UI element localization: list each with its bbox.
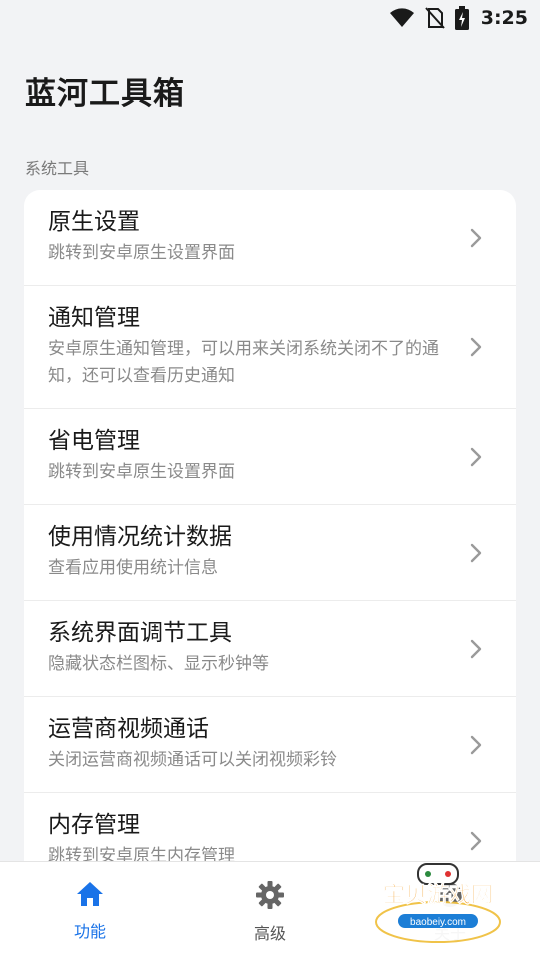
item-subtitle: 关闭运营商视频通话可以关闭视频彩铃 (48, 750, 337, 770)
item-title: 运营商视频通话 (48, 716, 209, 742)
info-icon (438, 883, 462, 907)
tools-card: 原生设置 跳转到安卓原生设置界面 通知管理 安卓原生通知管理，可以用来关闭系统关… (24, 190, 516, 910)
item-title: 内存管理 (48, 812, 140, 838)
chevron-right-icon (470, 447, 482, 466)
item-title: 系统界面调节工具 (48, 620, 232, 646)
bottom-nav: 功能 高级 关于 (0, 861, 540, 960)
chevron-right-icon (470, 543, 482, 562)
wifi-icon (389, 8, 414, 27)
list-item-notification-management[interactable]: 通知管理 安卓原生通知管理，可以用来关闭系统关闭不了的通知，还可以查看历史通知 (24, 286, 516, 409)
nav-label: 功能 (73, 922, 106, 941)
item-title: 使用情况统计数据 (48, 524, 232, 550)
item-subtitle: 跳转到安卓原生设置界面 (48, 462, 235, 482)
list-item-native-settings[interactable]: 原生设置 跳转到安卓原生设置界面 (24, 190, 516, 286)
item-title: 原生设置 (48, 209, 140, 235)
gear-icon (256, 881, 284, 909)
chevron-right-icon (470, 831, 482, 851)
chevron-right-icon (470, 735, 482, 754)
home-icon (77, 882, 103, 906)
item-subtitle: 查看应用使用统计信息 (48, 558, 218, 578)
nav-item-features[interactable]: 功能 (0, 862, 180, 960)
chevron-right-icon (470, 337, 482, 357)
page-title: 蓝河工具箱 (25, 76, 185, 112)
nav-item-about[interactable]: 关于 (360, 862, 540, 960)
list-item-carrier-video-call[interactable]: 运营商视频通话 关闭运营商视频通话可以关闭视频彩铃 (24, 697, 516, 793)
list-item-system-ui-tuner[interactable]: 系统界面调节工具 隐藏状态栏图标、显示秒钟等 (24, 601, 516, 697)
item-subtitle: 跳转到安卓原生设置界面 (48, 243, 235, 263)
battery-charging-icon (454, 6, 469, 30)
nav-label: 关于 (433, 924, 466, 943)
list-item-power-management[interactable]: 省电管理 跳转到安卓原生设置界面 (24, 409, 516, 505)
item-title: 通知管理 (48, 305, 140, 331)
nav-label: 高级 (253, 924, 286, 943)
section-label: 系统工具 (25, 159, 90, 178)
item-subtitle: 隐藏状态栏图标、显示秒钟等 (48, 654, 269, 674)
chevron-right-icon (470, 228, 482, 247)
no-sim-icon (424, 7, 445, 29)
status-bar: 3:25 (0, 0, 540, 36)
status-time: 3:25 (480, 7, 528, 29)
nav-item-advanced[interactable]: 高级 (180, 862, 360, 960)
item-subtitle: 安卓原生通知管理，可以用来关闭系统关闭不了的通知，还可以查看历史通知 (48, 339, 439, 386)
item-title: 省电管理 (48, 428, 140, 454)
chevron-right-icon (470, 639, 482, 658)
list-item-usage-stats[interactable]: 使用情况统计数据 查看应用使用统计信息 (24, 505, 516, 601)
